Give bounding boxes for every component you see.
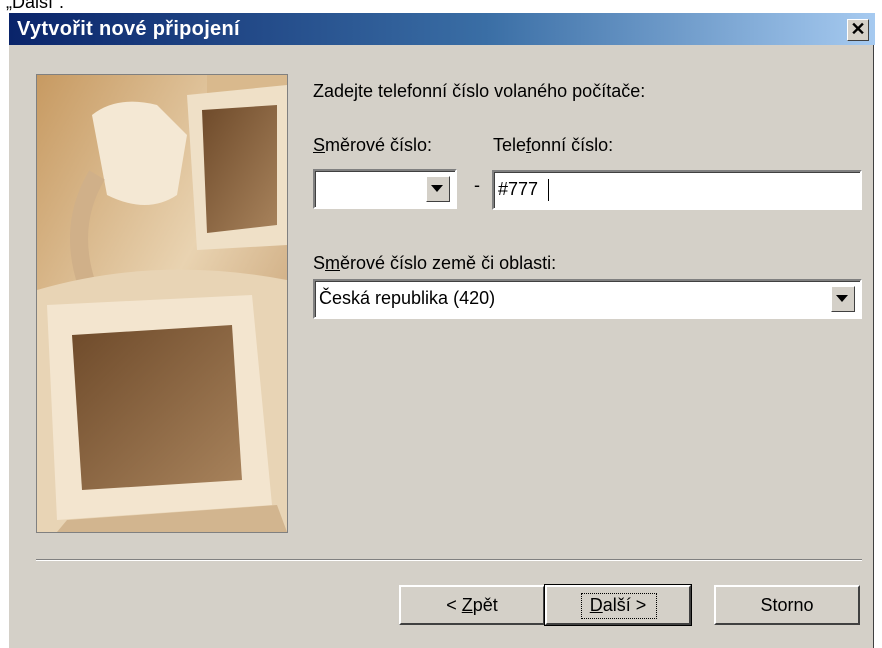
close-button[interactable]: ✕: [847, 19, 869, 41]
back-accel: Z: [461, 595, 473, 615]
country-label-b: ěrové číslo země či oblasti:: [340, 253, 557, 273]
country-dropdown-button[interactable]: [831, 286, 855, 312]
title-bar[interactable]: Vytvořit nové připojení ✕: [9, 13, 875, 45]
chevron-down-icon: [431, 185, 443, 192]
area-code-label-rest: měrové číslo:: [325, 135, 433, 155]
area-code-dropdown-button[interactable]: [426, 176, 450, 202]
phone-number-value: #777: [498, 179, 539, 199]
chevron-down-icon: [836, 295, 848, 302]
country-label-a: S: [313, 253, 326, 273]
country-code-value: Česká republika (420): [319, 288, 496, 308]
area-code-accel: S: [313, 135, 326, 155]
new-connection-dialog: Vytvořit nové připojení ✕ Zadejte telefo…: [8, 13, 875, 648]
phone-label-a: Tele: [493, 135, 527, 155]
phone-number-label: Telefonní číslo:: [493, 135, 613, 156]
phone-number-input[interactable]: #777: [492, 170, 862, 210]
window-title: Vytvořit nové připojení: [17, 18, 240, 40]
next-button[interactable]: Další >: [544, 584, 692, 626]
country-label-accel: m: [325, 253, 341, 273]
wizard-illustration: [36, 74, 288, 533]
focus-rectangle: [581, 593, 657, 619]
computers-phone-image: [37, 75, 287, 532]
area-code-combobox[interactable]: [313, 169, 457, 209]
phone-label-b: onní číslo:: [531, 135, 614, 155]
close-icon: ✕: [850, 19, 866, 39]
cancel-button[interactable]: Storno: [714, 585, 860, 625]
text-caret: [548, 179, 549, 201]
instructions-text: Zadejte telefonní číslo volaného počítač…: [313, 81, 646, 101]
caption-fragment: „Další“.: [6, 0, 64, 12]
country-code-combobox[interactable]: Česká republika (420): [313, 279, 862, 319]
back-prefix: <: [446, 595, 462, 615]
back-button[interactable]: < Zpět: [399, 585, 545, 625]
dash-separator: -: [474, 175, 480, 195]
country-code-label: Směrové číslo země či oblasti:: [313, 253, 556, 274]
separator-line: [36, 559, 862, 561]
back-label: pět: [472, 595, 498, 615]
area-code-label: Směrové číslo:: [313, 135, 432, 156]
